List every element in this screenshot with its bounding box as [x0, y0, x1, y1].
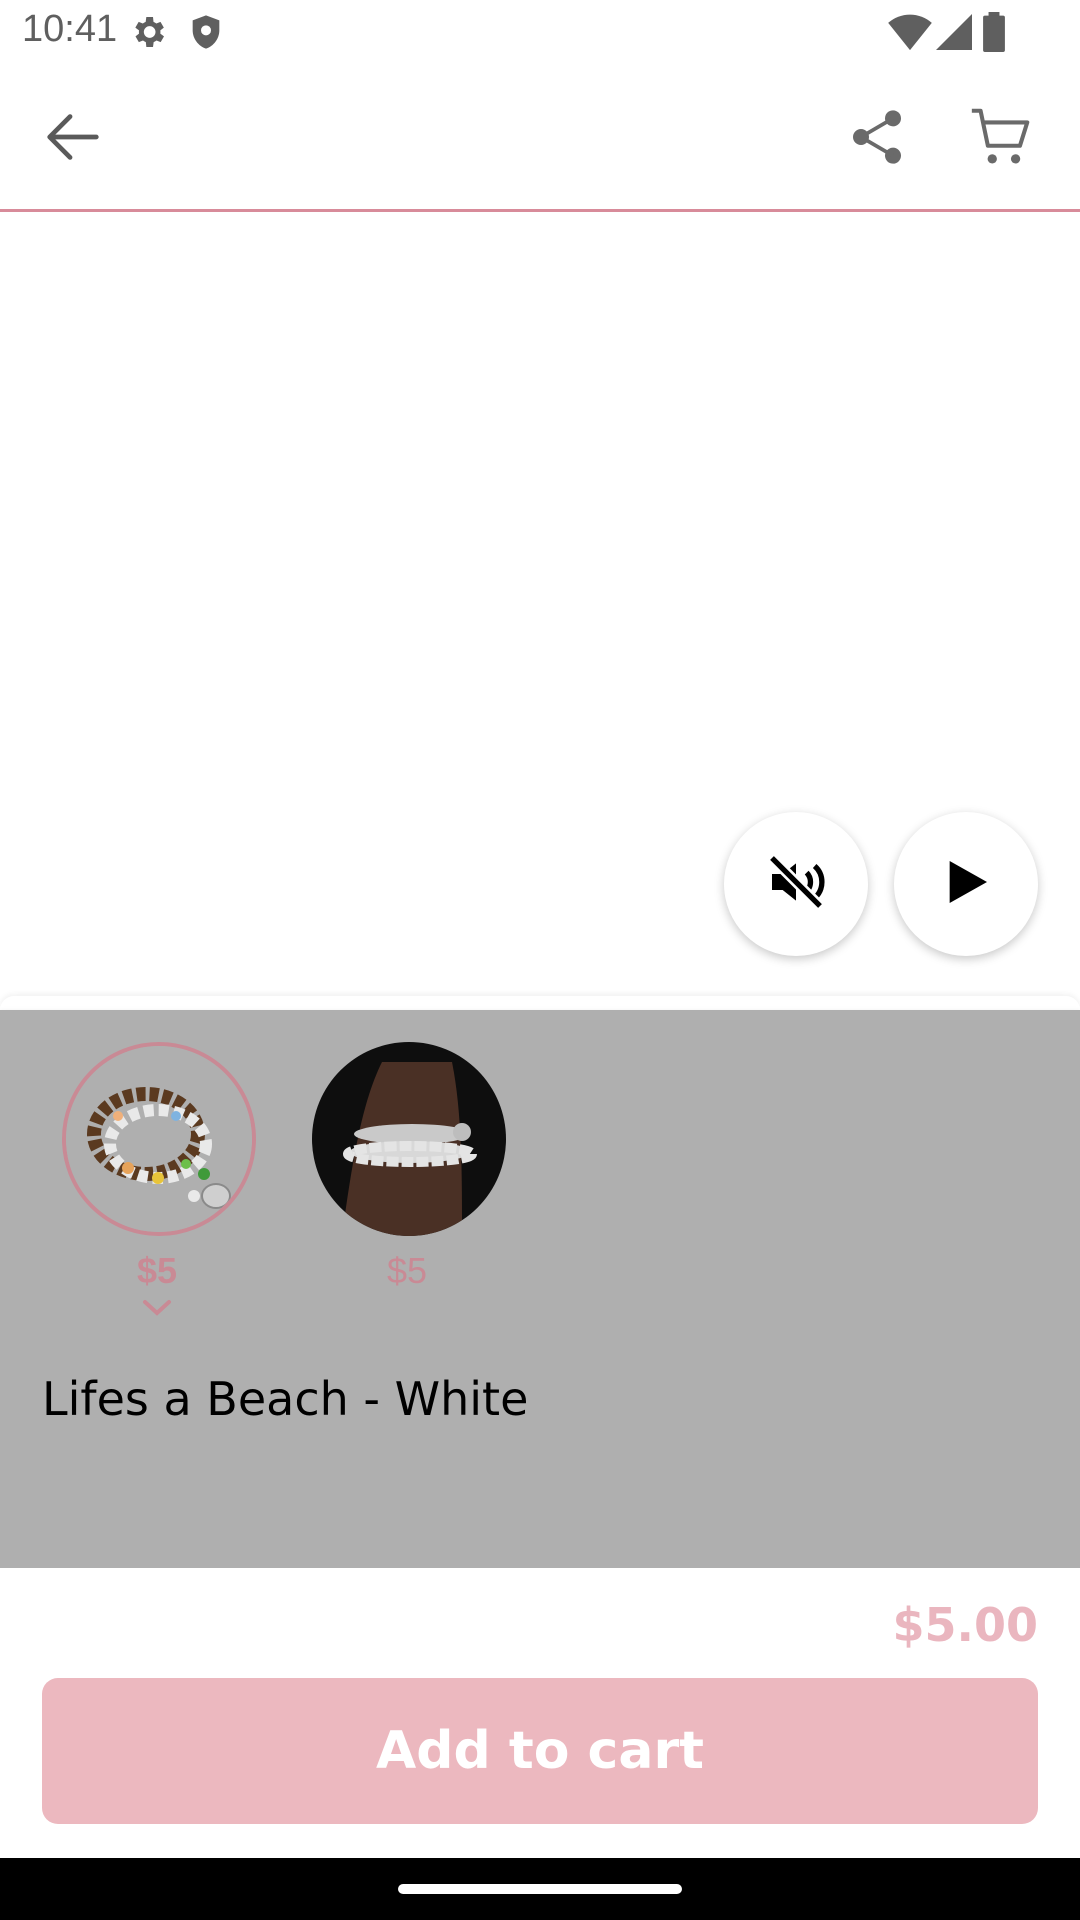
system-nav-bar: [0, 1858, 1080, 1920]
cart-button[interactable]: [956, 94, 1046, 184]
mute-button[interactable]: [724, 812, 868, 956]
shield-icon: [186, 12, 226, 57]
app-bar: [0, 64, 1080, 210]
product-title: Lifes a Beach - White: [42, 1372, 529, 1426]
product-media[interactable]: [0, 212, 1080, 1000]
purchase-panel: $5.00 Add to cart: [0, 1568, 1080, 1858]
play-icon: [938, 854, 994, 915]
home-indicator[interactable]: [398, 1884, 682, 1894]
variant-thumbnail[interactable]: [312, 1042, 506, 1236]
product-details: Lifes a Beach - White: [0, 1322, 1080, 1568]
back-button[interactable]: [28, 94, 118, 184]
volume-off-icon: [764, 850, 828, 919]
share-button[interactable]: [832, 94, 922, 184]
variant-selector: $5 $5: [0, 1010, 1080, 1322]
settings-icon: [128, 12, 168, 57]
wifi-icon: [888, 12, 932, 57]
play-button[interactable]: [894, 812, 1038, 956]
total-price: $5.00: [892, 1598, 1038, 1652]
cart-icon: [966, 102, 1036, 177]
arrow-back-icon: [38, 102, 108, 177]
add-to-cart-button[interactable]: Add to cart: [42, 1678, 1038, 1824]
sheet-handle-area: [0, 996, 1080, 1010]
share-icon: [845, 105, 909, 174]
chevron-down-icon: [141, 1298, 173, 1323]
variant-item-1[interactable]: $5: [52, 1010, 262, 1322]
variant-thumbnail[interactable]: [62, 1042, 256, 1236]
battery-icon: [982, 12, 1006, 57]
variant-price: $5: [136, 1250, 178, 1291]
variant-item-2[interactable]: $5: [302, 1010, 512, 1322]
variant-price: $5: [386, 1250, 428, 1291]
status-time: 10:41: [22, 8, 118, 50]
status-bar: 10:41: [0, 0, 1080, 64]
signal-icon: [936, 12, 972, 57]
